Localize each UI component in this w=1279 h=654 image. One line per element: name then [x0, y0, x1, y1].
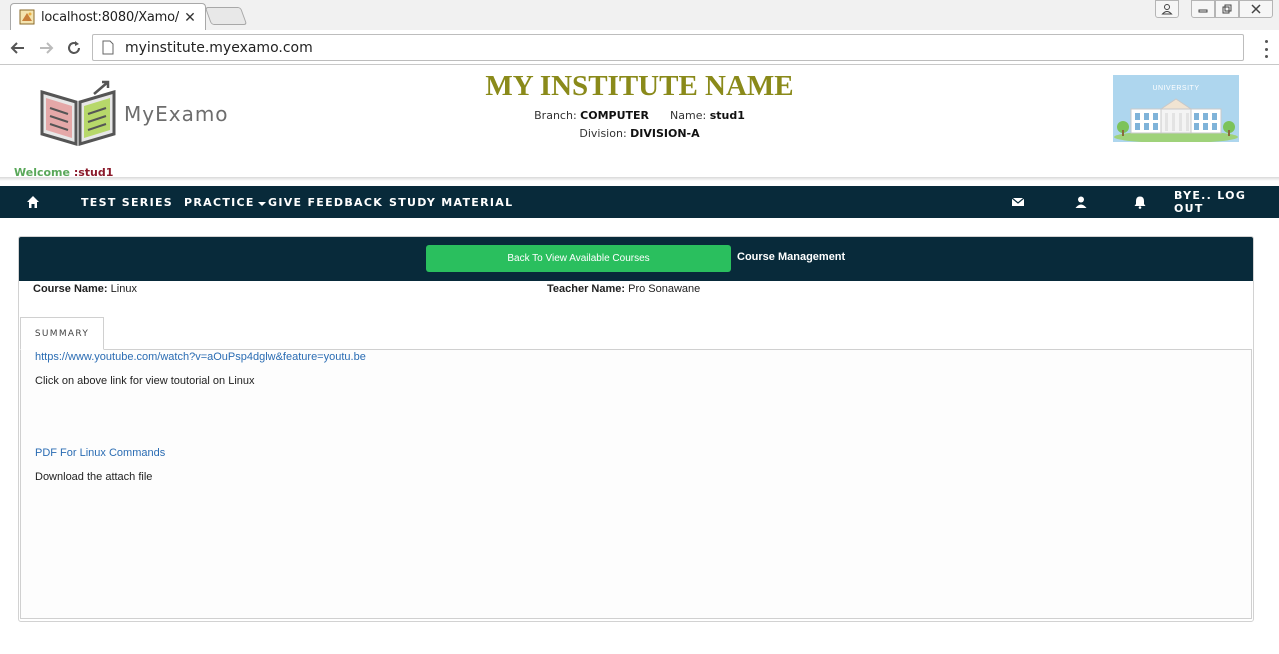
window-controls: [1155, 0, 1273, 18]
logout-link[interactable]: BYE.. LOG OUT: [1174, 186, 1279, 218]
tab-summary[interactable]: SUMMARY: [20, 317, 104, 350]
address-bar[interactable]: myinstitute.myexamo.com: [92, 34, 1244, 61]
page-icon: [101, 40, 115, 56]
profile-icon[interactable]: [1155, 0, 1179, 18]
url-text: myinstitute.myexamo.com: [125, 39, 313, 56]
close-window-icon[interactable]: [1239, 0, 1273, 18]
user-icon[interactable]: [1074, 195, 1088, 209]
favicon-icon: [19, 9, 35, 25]
panel-title: Course Management: [737, 251, 846, 263]
course-name-label: Course Name:: [33, 283, 108, 295]
browser-tab[interactable]: localhost:8080/Xamo/tes ✕: [10, 3, 206, 30]
tab-title: localhost:8080/Xamo/tes: [41, 9, 179, 25]
name-value: stud1: [709, 109, 745, 122]
back-to-courses-button[interactable]: Back To View Available Courses: [426, 245, 731, 272]
university-building-icon: [1114, 98, 1238, 142]
home-icon[interactable]: [26, 195, 40, 209]
name-label: Name:: [670, 109, 707, 122]
university-banner-image: UNIVERSITY: [1113, 75, 1239, 142]
branch-label: Branch:: [534, 109, 577, 122]
branch-value: COMPUTER: [580, 109, 650, 122]
tutorial-video-link[interactable]: https://www.youtube.com/watch?v=aOuPsp4d…: [35, 351, 366, 363]
minimize-icon[interactable]: [1191, 0, 1215, 18]
nav-practice-label: PRACTICE: [184, 195, 255, 209]
division-value: DIVISION-A: [630, 127, 700, 140]
page-header: MyExamo MY INSTITUTE NAME Branch: COMPUT…: [0, 66, 1279, 179]
tab-close-icon[interactable]: ✕: [183, 9, 197, 26]
division-label: Division:: [579, 127, 627, 140]
nav-practice[interactable]: PRACTICE: [184, 186, 266, 218]
header-divider: [0, 177, 1279, 181]
institute-name: MY INSTITUTE NAME: [485, 70, 794, 102]
pdf-commands-link[interactable]: PDF For Linux Commands: [35, 447, 165, 459]
teacher-name-value: Pro Sonawane: [628, 283, 701, 295]
course-panel: Back To View Available Courses Course Ma…: [18, 236, 1254, 622]
bell-icon[interactable]: [1133, 195, 1147, 209]
mail-icon[interactable]: [1011, 195, 1025, 209]
student-info-line: Branch: COMPUTER Name: stud1: [0, 109, 1279, 122]
tutorial-description: Click on above link for view toutorial o…: [35, 375, 255, 387]
division-info-line: Division: DIVISION-A: [0, 127, 1279, 140]
course-name-value: Linux: [110, 283, 137, 295]
pdf-description: Download the attach file: [35, 471, 153, 483]
course-name-row: Course Name: Linux: [33, 283, 137, 295]
browser-menu-icon[interactable]: [1263, 40, 1269, 58]
back-arrow-icon[interactable]: [6, 36, 30, 60]
summary-content: https://www.youtube.com/watch?v=aOuPsp4d…: [20, 349, 1252, 619]
nav-study-material[interactable]: STUDY MATERIAL: [389, 186, 513, 218]
reload-icon[interactable]: [62, 36, 86, 60]
main-navbar: TEST SERIES PRACTICE GIVE FEEDBACK STUDY…: [0, 186, 1279, 218]
nav-test-series[interactable]: TEST SERIES: [81, 186, 173, 218]
new-tab-button[interactable]: [204, 7, 248, 25]
teacher-name-label: Teacher Name:: [547, 283, 626, 295]
panel-header: Back To View Available Courses Course Ma…: [19, 237, 1253, 281]
browser-toolbar: myinstitute.myexamo.com: [0, 30, 1279, 65]
nav-give-feedback[interactable]: GIVE FEEDBACK: [268, 186, 383, 218]
browser-tab-bar: localhost:8080/Xamo/tes ✕: [0, 0, 1279, 30]
chevron-down-icon: [257, 201, 266, 206]
restore-icon[interactable]: [1215, 0, 1239, 18]
teacher-name-row: Teacher Name: Pro Sonawane: [547, 283, 700, 295]
forward-arrow-icon[interactable]: [34, 36, 58, 60]
